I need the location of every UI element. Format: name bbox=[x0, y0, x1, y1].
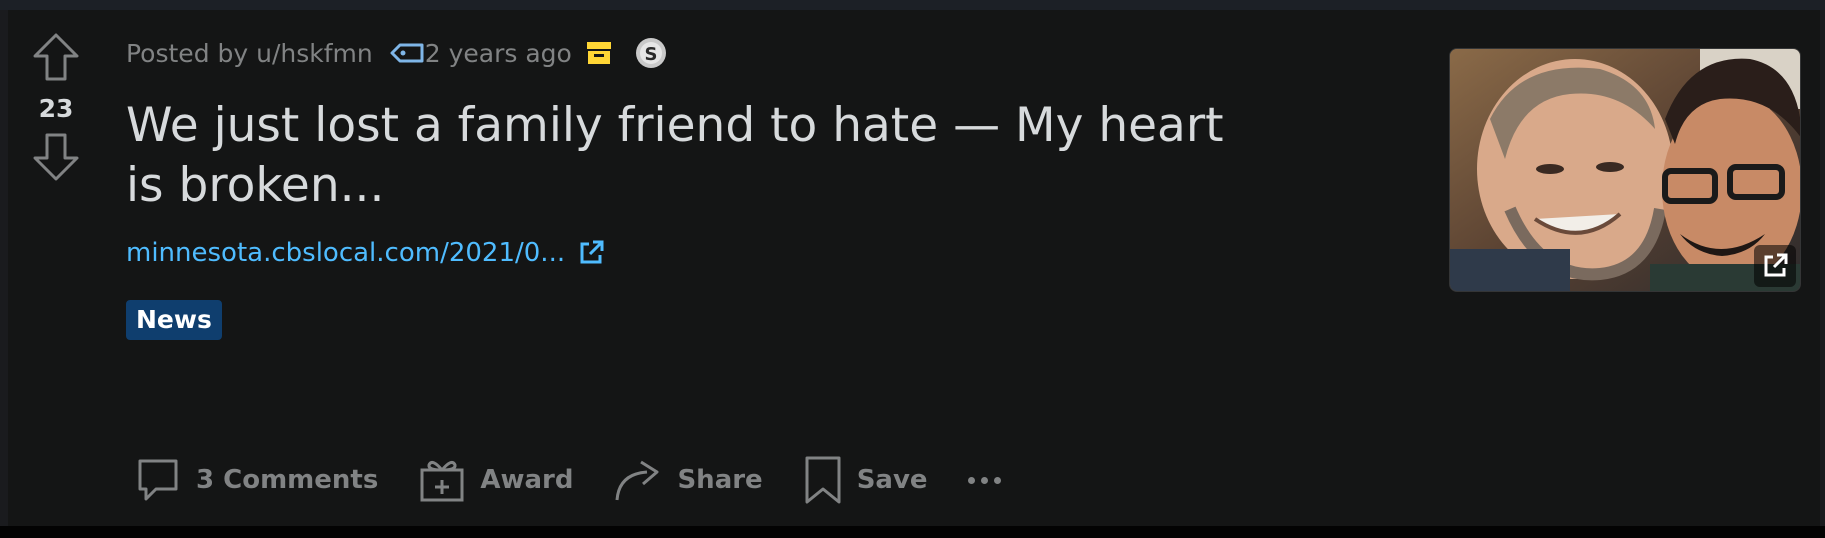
save-label: Save bbox=[856, 465, 928, 495]
bottom-border bbox=[0, 526, 1825, 538]
svg-text:S: S bbox=[644, 44, 657, 65]
bookmark-icon bbox=[805, 456, 841, 504]
gift-icon bbox=[420, 460, 464, 502]
comments-button[interactable]: 3 Comments bbox=[134, 456, 378, 504]
posted-by[interactable]: Posted by u/hskfmn bbox=[126, 39, 373, 68]
post-time[interactable]: 2 years ago bbox=[425, 39, 572, 68]
vote-column: 23 bbox=[20, 22, 92, 182]
save-button[interactable]: Save bbox=[803, 455, 928, 505]
ellipsis-icon bbox=[967, 476, 975, 484]
award-coin-icon[interactable]: S bbox=[634, 36, 668, 70]
tag-icon bbox=[389, 41, 425, 65]
thumbnail-image bbox=[1450, 49, 1800, 291]
post-link[interactable]: minnesota.cbslocal.com/2021/0... bbox=[126, 238, 605, 268]
upvote-button[interactable] bbox=[32, 32, 80, 82]
speech-bubble-icon bbox=[138, 459, 178, 501]
vote-score: 23 bbox=[38, 94, 74, 123]
post-title[interactable]: We just lost a family friend to hate — M… bbox=[126, 96, 1276, 216]
external-link-icon bbox=[1764, 253, 1788, 277]
archive-box-icon bbox=[586, 40, 612, 66]
post-thumbnail[interactable] bbox=[1449, 48, 1801, 292]
share-arrow-icon bbox=[615, 460, 659, 501]
share-button[interactable]: Share bbox=[613, 456, 763, 504]
external-link-icon[interactable] bbox=[577, 239, 605, 267]
top-border bbox=[0, 0, 1825, 10]
post-meta: Posted by u/hskfmn 2 years ago S bbox=[126, 32, 668, 74]
downvote-button[interactable] bbox=[32, 132, 80, 182]
thumbnail-external-badge[interactable] bbox=[1754, 245, 1796, 287]
award-button[interactable]: Award bbox=[418, 456, 573, 504]
more-options-button[interactable] bbox=[967, 476, 1001, 484]
post-link-text[interactable]: minnesota.cbslocal.com/2021/0... bbox=[126, 238, 565, 268]
award-label: Award bbox=[480, 465, 574, 495]
share-label: Share bbox=[677, 465, 763, 495]
flair-badge[interactable]: News bbox=[126, 300, 222, 340]
arrow-up-outline-icon bbox=[33, 33, 79, 81]
arrow-down-outline-icon bbox=[33, 133, 79, 181]
comments-label: 3 Comments bbox=[196, 465, 379, 495]
post-actions: 3 Comments Award Share Save bbox=[134, 452, 1001, 508]
